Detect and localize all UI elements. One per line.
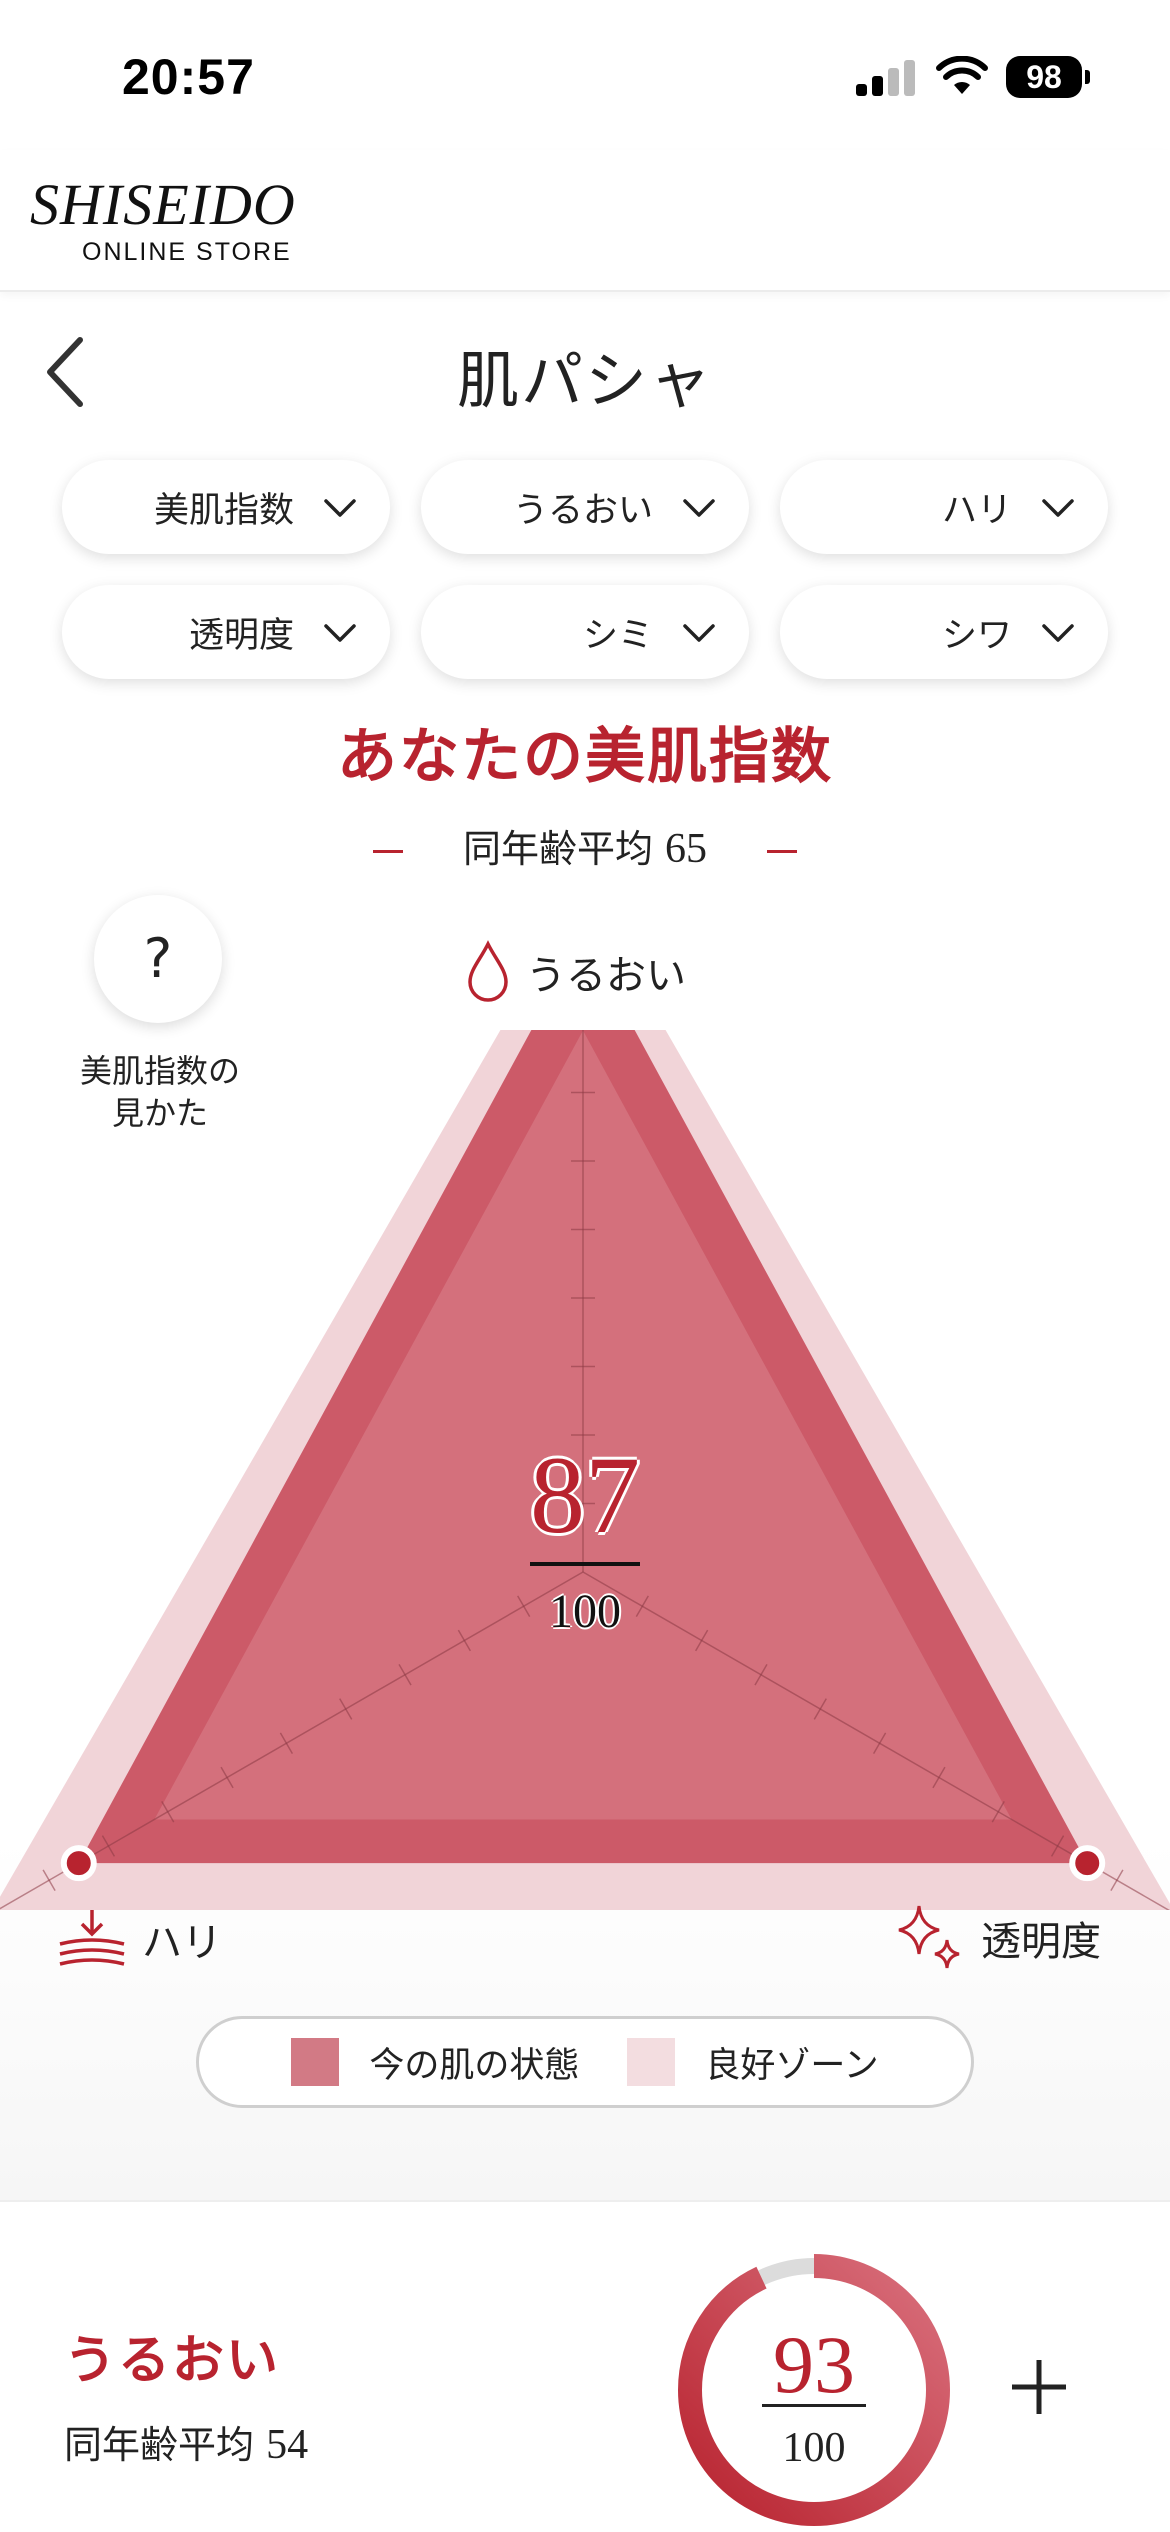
shiseido-logo[interactable]: SHISEIDO ONLINE STORE <box>30 174 350 267</box>
legend-item-good-zone: 良好ゾーン <box>627 2037 879 2088</box>
chevron-down-icon <box>324 499 356 517</box>
legend-item-current: 今の肌の状態 <box>291 2037 579 2088</box>
filter-pill-bihada-index[interactable]: 美肌指数 <box>62 460 390 554</box>
battery-icon: 98 <box>1006 56 1090 98</box>
pill-label: うるおい <box>512 490 653 531</box>
filter-pill-shiwa[interactable]: シワ <box>780 585 1108 679</box>
expand-plus-button[interactable] <box>1004 2352 1074 2422</box>
avg-label: 同年齢平均 <box>462 827 653 871</box>
battery-level: 98 <box>1006 56 1082 98</box>
axis-label-text: 透明度 <box>981 1919 1101 1965</box>
legend-label: 今の肌の状態 <box>369 2045 580 2086</box>
legend-swatch-current <box>291 2038 340 2086</box>
status-time: 20:57 <box>122 49 255 105</box>
pill-label: シミ <box>582 615 653 656</box>
chevron-down-icon <box>1042 624 1074 642</box>
cellular-signal-icon <box>856 60 916 96</box>
axis-label-text: ハリ <box>142 1920 222 1966</box>
help-button[interactable]: ? <box>94 895 222 1023</box>
drop-icon <box>468 940 508 1002</box>
legend-label: 良好ゾーン <box>705 2045 879 2086</box>
section-title: あなたの美肌指数 <box>337 722 833 792</box>
axis-label-transparency: 透明度 <box>893 1902 1101 1974</box>
sparkle-icon <box>898 1905 960 1969</box>
chevron-down-icon <box>1042 499 1074 517</box>
wifi-icon <box>936 56 988 94</box>
page-title: 肌パシャ <box>456 344 713 417</box>
age-average-row: 同年齢平均 65 <box>0 818 1170 874</box>
avg-value: 65 <box>665 826 708 872</box>
chevron-down-icon <box>683 499 715 517</box>
filter-pill-uruoi[interactable]: うるおい <box>421 460 749 554</box>
app-header: SHISEIDO ONLINE STORE <box>0 150 1170 292</box>
filter-pill-shimi[interactable]: シミ <box>421 585 749 679</box>
lift-icon <box>59 1910 125 1966</box>
dash-right <box>767 850 798 853</box>
pill-label: シワ <box>941 615 1012 656</box>
status-bar: 20:57 98 <box>0 0 1170 150</box>
filter-pill-transparency[interactable]: 透明度 <box>62 585 390 679</box>
score-divider <box>530 1562 640 1566</box>
legend-swatch-good-zone <box>627 2038 676 2086</box>
chevron-down-icon <box>324 624 356 642</box>
chart-legend: 今の肌の状態 良好ゾーン <box>196 2016 974 2108</box>
detail-card-average: 同年齢平均 54 <box>64 2414 308 2469</box>
pill-label: ハリ <box>941 490 1012 531</box>
detail-card-title: うるおい <box>64 2331 281 2391</box>
detail-score-max: 100 <box>782 2425 846 2471</box>
detail-avg-value: 54 <box>266 2422 309 2468</box>
overall-score: 87 <box>530 1434 640 1556</box>
overall-score-max: 100 <box>549 1585 621 1638</box>
chevron-down-icon <box>683 624 715 642</box>
pill-label: 透明度 <box>188 615 294 656</box>
detail-score-divider <box>762 2404 866 2407</box>
logo-main: SHISEIDO <box>30 172 296 237</box>
radar-data-point <box>1069 1845 1106 1882</box>
pill-label: 美肌指数 <box>153 490 294 531</box>
axis-label-uruoi: うるおい <box>466 940 686 1004</box>
back-button[interactable] <box>38 332 98 412</box>
detail-avg-label: 同年齢平均 <box>64 2423 255 2467</box>
logo-sub: ONLINE STORE <box>82 238 292 266</box>
dash-left <box>372 850 403 853</box>
radar-data-point <box>60 1845 97 1882</box>
axis-label-hari: ハリ <box>58 1908 222 1970</box>
axis-label-text: うるおい <box>526 953 686 999</box>
filter-pill-hari[interactable]: ハリ <box>780 460 1108 554</box>
detail-score: 93 <box>773 2319 855 2410</box>
